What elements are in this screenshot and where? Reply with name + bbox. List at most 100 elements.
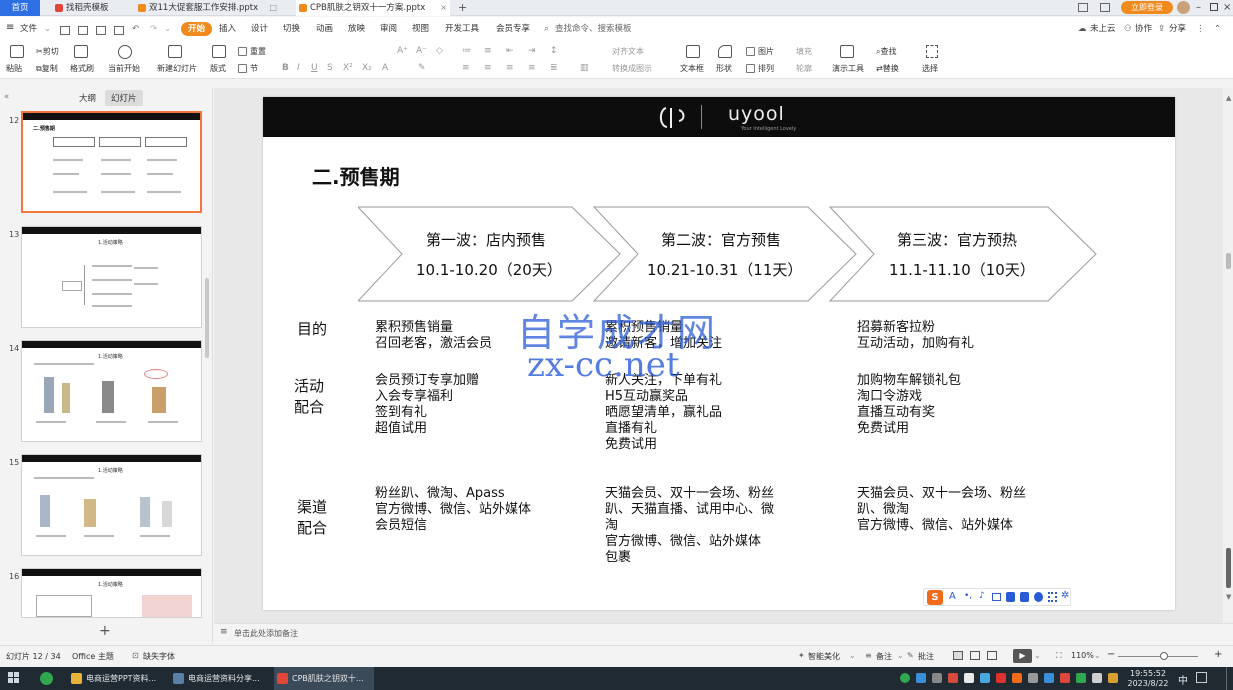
subscript-icon[interactable]: X₂ [362,63,372,73]
outline-button[interactable]: 轮廓 [796,63,812,74]
theme-name[interactable]: Office 主题 [72,651,114,662]
tab-docer-templates[interactable]: 找稻壳模板 [52,0,130,16]
undo-icon[interactable]: ↶ [132,22,139,36]
section-button[interactable]: 节 [250,63,258,74]
play-slideshow-button[interactable]: ▶ [1013,649,1032,663]
layout-icon[interactable] [212,45,226,58]
tray-icon[interactable] [1028,673,1038,683]
scroll-thumb[interactable] [1226,253,1231,269]
fill-button[interactable]: 填充 [796,46,812,57]
paste-button[interactable]: 粘贴 [6,63,22,74]
presenter-tools-button[interactable]: 演示工具 [832,63,864,74]
text-box-icon[interactable] [686,45,700,58]
minimize-icon[interactable]: – [1196,0,1201,15]
tray-icon[interactable] [996,673,1006,683]
menu-insert[interactable]: 插入 [219,22,236,36]
slide-thumbnail-16[interactable]: 1.活动策略 [21,568,202,618]
avatar[interactable] [1177,1,1190,14]
menu-member[interactable]: 会员专享 [496,22,530,36]
cloud-status[interactable]: 未上云 [1090,22,1116,36]
menu-slideshow[interactable]: 放映 [348,22,365,36]
skin-icon[interactable] [1006,592,1015,602]
comments-toggle[interactable]: 批注 [918,651,934,662]
new-slide-button[interactable]: 新建幻灯片 [157,63,197,74]
slide[interactable]: uyool Your Intelligent Lovely 二.预售期 第一波：… [263,97,1175,610]
font-shrink-icon[interactable]: A⁻ [416,46,427,56]
arrange-button[interactable]: 排列 [758,63,774,74]
font-grow-icon[interactable]: A⁺ [397,46,408,56]
select-icon[interactable] [926,45,938,58]
indent-decrease-icon[interactable]: ⇤ [506,46,514,56]
print-icon[interactable] [96,26,106,35]
format-painter-icon[interactable] [74,45,88,58]
tray-icon[interactable] [1060,673,1070,683]
tab-cpb-plan[interactable]: CPB肌肤之钥双十一方案.pptx × [296,0,450,16]
bullets-icon[interactable]: ≔ [462,46,471,56]
close-icon[interactable]: □ [269,0,277,16]
toolbox-icon[interactable] [1048,592,1057,602]
align-left-icon[interactable]: ≡ [462,63,470,73]
grid-icon[interactable] [1100,3,1110,12]
notification-icon[interactable] [1196,672,1207,683]
tray-icon[interactable] [1076,673,1086,683]
taskbar-item-explorer[interactable]: 电商运营资料分享... [170,667,270,690]
input-method-icon[interactable]: 中 [1178,672,1188,687]
scroll-thumb-lower[interactable] [1226,548,1231,588]
save-icon[interactable] [60,26,70,35]
punctuation-icon[interactable]: •, [964,591,972,601]
notes-placeholder[interactable]: 单击此处添加备注 [234,628,298,639]
gear-icon[interactable]: ✲ [1061,590,1069,601]
tray-icon[interactable] [1044,673,1054,683]
indent-increase-icon[interactable]: ⇥ [528,46,536,56]
command-search[interactable]: 查找命令、搜索模板 [555,22,632,36]
shape-button[interactable]: 形状 [716,63,732,74]
justify-icon[interactable]: ≡ [528,63,536,73]
chevron-down-icon[interactable]: ⌄ [1034,651,1041,660]
slide-heading[interactable]: 二.预售期 [312,161,400,190]
zoom-slider-thumb[interactable] [1160,652,1168,660]
hamburger-icon[interactable]: ≡ [6,21,14,35]
show-desktop-button[interactable] [1226,667,1230,690]
menu-animations[interactable]: 动画 [316,22,333,36]
cut-button[interactable]: ✂剪切 [36,46,59,57]
chevron-down-icon[interactable]: ⌄ [1094,651,1101,660]
redo-icon[interactable]: ↷ [150,22,157,36]
tray-icon[interactable] [980,673,990,683]
ime-toolbar[interactable]: S A •, ♪ ✲ [923,588,1071,606]
tab-outline[interactable]: 大纲 [79,92,96,104]
italic-icon[interactable]: I [297,63,300,73]
chevron-down-icon[interactable]: ⌄ [44,22,51,36]
play-icon[interactable] [118,45,132,59]
copy-button[interactable]: ⧉复制 [36,63,58,74]
keyboard-icon[interactable] [992,593,1001,601]
tray-icon[interactable] [1092,673,1102,683]
zoom-in-button[interactable]: + [1214,649,1222,660]
paste-icon[interactable] [10,45,24,58]
close-window-icon[interactable]: × [1223,0,1231,15]
shadow-icon[interactable]: S [327,63,333,73]
superscript-icon[interactable]: X² [343,63,353,73]
cloud-icon[interactable] [1034,592,1043,602]
slide-thumbnail-13[interactable]: 1.活动策略 [21,226,202,328]
layout-icon[interactable] [1078,3,1088,12]
align-right-icon[interactable]: ≡ [506,63,514,73]
fit-window-icon[interactable]: ⛶ [1056,651,1062,661]
columns-icon[interactable]: ▥ [580,63,589,73]
align-center-icon[interactable]: ≡ [484,63,492,73]
underline-icon[interactable]: U [311,63,318,73]
scroll-up-icon[interactable]: ▲ [1226,94,1231,102]
format-painter-button[interactable]: 格式刷 [70,63,94,74]
highlight-icon[interactable]: ✎ [418,63,426,73]
tab-double11-schedule[interactable]: 双11大促套服工作安排.pptx □ [135,0,280,16]
vertical-scrollbar[interactable]: ▲ ▼ [1224,88,1233,623]
panel-scrollbar[interactable] [205,278,209,358]
menu-view[interactable]: 视图 [412,22,429,36]
sogou-tray-icon[interactable] [1012,673,1022,683]
reading-view-icon[interactable] [987,651,997,660]
scroll-down-icon[interactable]: ▼ [1226,593,1231,601]
convert-diagram-button[interactable]: 转换成图示 [612,63,652,74]
slide-sorter-icon[interactable] [970,651,980,660]
tray-icon[interactable] [932,673,942,683]
tray-icon[interactable] [916,673,926,683]
taskbar-item-folder[interactable]: 电商运营PPT资料... [68,667,165,690]
